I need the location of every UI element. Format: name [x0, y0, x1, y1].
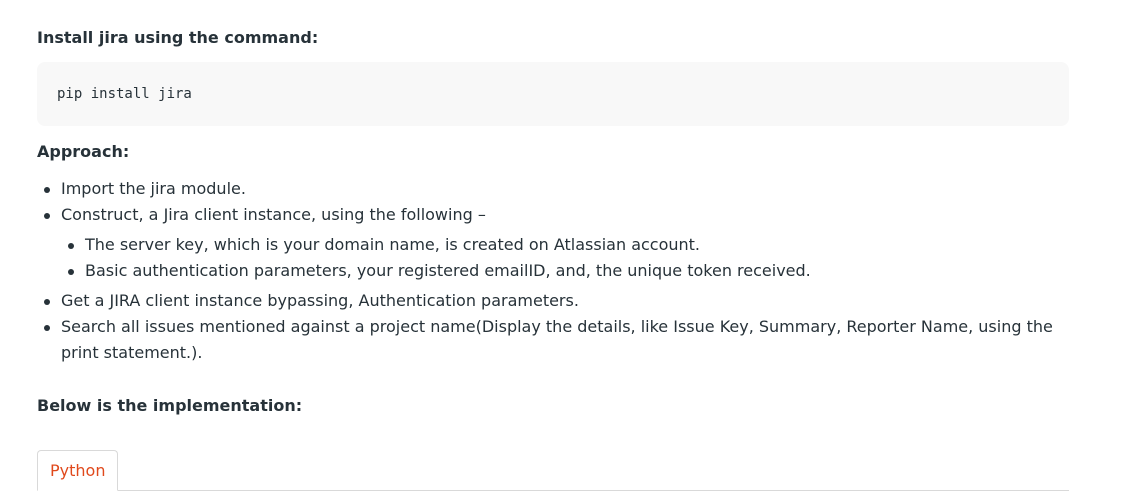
sub-list-item-text: Basic authentication parameters, your re… — [85, 261, 811, 280]
code-block: pip install jira — [37, 62, 1069, 126]
list-item-text: Construct, a Jira client instance, using… — [61, 205, 486, 224]
install-heading: Install jira using the command: — [37, 28, 319, 47]
tab-python[interactable]: Python — [37, 450, 119, 491]
approach-list: Import the jira module. Construct, a Jir… — [44, 176, 1071, 366]
sub-list-item: The server key, which is your domain nam… — [68, 232, 1071, 258]
list-item-text: Search all issues mentioned against a pr… — [61, 317, 1053, 362]
list-item: Search all issues mentioned against a pr… — [44, 314, 1071, 366]
list-item-text: Import the jira module. — [61, 179, 246, 198]
sub-list: The server key, which is your domain nam… — [68, 232, 1071, 284]
code-language-tabs: Python — [37, 450, 1069, 491]
implementation-heading: Below is the implementation: — [37, 396, 303, 415]
list-item: Construct, a Jira client instance, using… — [44, 202, 1071, 284]
sub-list-item: Basic authentication parameters, your re… — [68, 258, 1071, 284]
list-item-text: Get a JIRA client instance bypassing, Au… — [61, 291, 579, 310]
list-item: Import the jira module. — [44, 176, 1071, 202]
install-command: pip install jira — [57, 86, 192, 102]
list-item: Get a JIRA client instance bypassing, Au… — [44, 288, 1071, 314]
sub-list-item-text: The server key, which is your domain nam… — [85, 235, 701, 254]
approach-heading: Approach: — [37, 142, 130, 161]
